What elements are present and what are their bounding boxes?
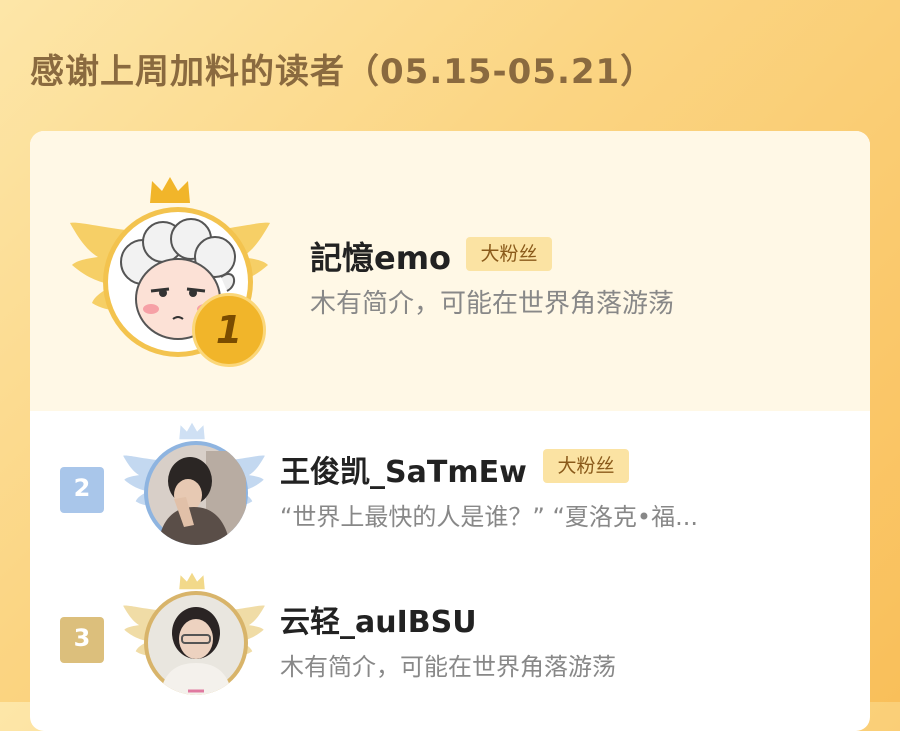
crown-icon — [150, 177, 190, 203]
crown-icon — [179, 572, 205, 590]
fan-badge: 大粉丝 — [543, 449, 629, 483]
reader-description: 木有简介，可能在世界角落游荡 — [280, 653, 616, 681]
reader-name[interactable]: 王俊凯_SaTmEw — [280, 447, 527, 491]
portrait-photo-image — [148, 595, 244, 695]
rank-badge: 3 — [60, 617, 104, 663]
reader-description: 木有简介，可能在世界角落游荡 — [310, 289, 675, 319]
rank-2-row[interactable]: 2 王俊凯_SaTmEw 大粉丝 “世界上最快的人是谁？” “夏洛克•福... — [30, 421, 870, 561]
reader-name[interactable]: 記憶emo — [310, 233, 451, 279]
portrait-photo-image — [148, 445, 246, 545]
rank-3-row[interactable]: 3 云轻_auIBSU 木有简介，可能在世界角落游荡 — [30, 571, 870, 711]
crown-icon — [179, 422, 205, 440]
rank-1-row[interactable]: 1 記憶emo 大粉丝 木有简介，可能在世界角落游荡 — [30, 131, 870, 411]
reader-name[interactable]: 云轻_auIBSU — [280, 597, 477, 641]
fan-badge: 大粉丝 — [466, 237, 552, 271]
avatar[interactable] — [144, 591, 248, 695]
rank-1-medal: 1 — [192, 293, 266, 367]
avatar[interactable] — [144, 441, 248, 545]
reader-description: “世界上最快的人是谁？” “夏洛克•福... — [280, 503, 698, 531]
rank-badge: 2 — [60, 467, 104, 513]
reader-ranking-card: 1 記憶emo 大粉丝 木有简介，可能在世界角落游荡 2 王俊凯_SaTmEw … — [30, 131, 870, 731]
page-title: 感谢上周加料的读者（05.15-05.21） — [30, 52, 656, 92]
